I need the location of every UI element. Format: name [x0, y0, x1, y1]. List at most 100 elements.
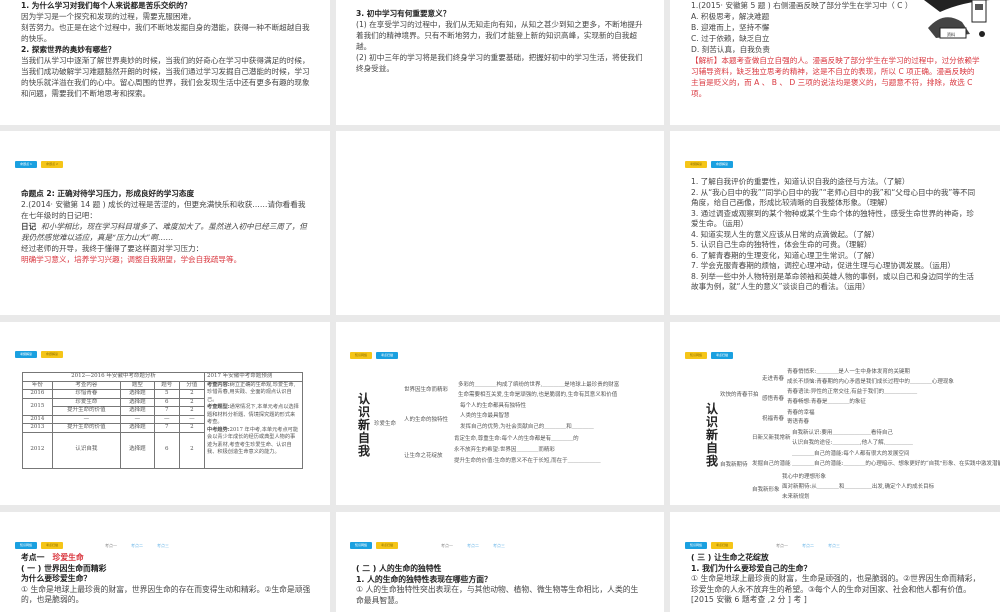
mindmap-leaf: 认识自我的途径:＿＿＿＿＿,他人了解,＿＿＿＿＿	[792, 440, 913, 446]
badge-scan[interactable]: 考点扫描	[41, 542, 63, 549]
mindmap-sub: 感悟青春	[762, 396, 785, 402]
mindmap-leaf: 每个人的生命都具有独特性	[460, 403, 527, 409]
mindmap-leaf: 青春悄悄来:＿＿＿＿是人一生中身体发育的关键期	[787, 369, 910, 375]
col-header: 题号	[153, 380, 180, 390]
mindmap-leaf: ＿＿＿＿自己的潜能:每个人都有很大的发展空间	[792, 451, 910, 457]
option-c: C. 过于依赖，缺乏自立	[691, 34, 770, 43]
badge-knowledge[interactable]: 知识网络	[350, 542, 372, 549]
mindmap-sub: 祝福青春	[762, 416, 785, 422]
outline-item: 7. 学会克服青春期的烦恼，调控心理冲动，促进生理与心理协调发展。（运用）	[691, 261, 956, 270]
slide-12[interactable]: 知识网络 考点扫描 考点一 考点二 考点三 ( 三 ) 让生命之花绽放 1. 我们为…	[670, 512, 1000, 612]
slide-3[interactable]: 资料 1.(2015· 安徽第 5 题 ) 右侧漫画反映了部分学生在学习中（ C…	[670, 0, 1000, 125]
badge-outline[interactable]: 考纲解读	[685, 161, 707, 168]
outline-item: 2. 从“我心目中的我”“同学心目中的我”“老师心目中的我”和“父母心目中的我”…	[691, 187, 976, 208]
slide-9[interactable]: 知识网络 考点扫描 认识新自我 欢快的青春节拍 自我新期待 走进青春 感悟青春 …	[670, 322, 1000, 505]
col-header: 题型	[120, 380, 155, 390]
tab-point-1[interactable]: 考点一	[776, 543, 788, 548]
pred-key: 中考趋势:	[207, 426, 230, 433]
badge-topic-1[interactable]: 命题点 1	[15, 161, 37, 168]
mindmap-leaf: 成长不烦恼:青春期的内心矛盾是我们成长过程中的＿＿＿＿心理现象	[787, 379, 954, 385]
mindmap-sub: 自我新形象	[752, 487, 780, 493]
slide-2[interactable]: 3. 初中学习有何重要意义？ (1) 在享受学习的过程中，我们从无知走向有知，从…	[336, 0, 664, 125]
mindmap-leaf: 提升生命的价值:生命的意义不在于长短,而在于＿＿＿＿＿＿	[454, 458, 601, 464]
slide-1[interactable]: 1. 为什么学习对我们每个人来说都是苦乐交织的？ 因为学习是一个探究和发现的过程…	[0, 0, 330, 125]
badge-scan[interactable]: 考点扫描	[376, 542, 398, 549]
col-header: 考查内容	[51, 380, 122, 390]
col-header: 年份	[22, 380, 53, 390]
option-b: B. 迎难而上，坚持不懈	[691, 23, 770, 32]
slide-11[interactable]: 知识网络 考点扫描 考点一 考点二 考点三 ( 二 ) 人的生命的独特性 1. 人的…	[336, 512, 664, 612]
col-header: 分值	[178, 380, 206, 390]
slide-6[interactable]: 考纲解读 命题解读 1. 了解自我评价的重要性，知道认识自我的途径与方法。（了解…	[670, 131, 1000, 315]
mindmap-leaf: 多彩的＿＿＿＿构成了缤纷的世界,＿＿＿＿是地球上最珍贵的财富	[458, 382, 620, 388]
question: 1. 我们为什么要珍爱自己的生命？	[691, 563, 812, 573]
answer: 明确学习意义，培养学习兴趣；调整自我期望，学会自我疏导等。	[21, 255, 242, 264]
slide-8[interactable]: 知识网络 考点扫描 认识新自我 珍爱生命 世界因生命而精彩 人的生命的独特性 让…	[336, 322, 664, 505]
tab-point-3[interactable]: 考点三	[828, 543, 840, 548]
pred-key: 考查内容:	[207, 381, 230, 388]
badge-scan[interactable]: 考点扫描	[376, 352, 398, 359]
question: 1.(2015· 安徽第 5 题 ) 右侧漫画反映了部分学生在学习中（ C ）	[691, 1, 913, 10]
mindmap-sub: 世界因生命而精彩	[404, 387, 449, 393]
mindmap-sub: 走进青春	[762, 376, 785, 382]
tab-point-3[interactable]: 考点三	[157, 543, 169, 548]
mindmap-leaf: 人类的生命最具智慧	[460, 413, 510, 419]
section-heading: ( 三 ) 让生命之花绽放	[691, 553, 769, 562]
mindmap-leaf: 青春的幸福	[787, 410, 815, 416]
mindmap-leaf: 青春畅想:青春是＿＿＿＿的象征	[787, 399, 866, 405]
mindmap-sub: 人的生命的独特性	[404, 417, 449, 423]
tab-point-1[interactable]: 考点一	[441, 543, 453, 548]
tab-point-2[interactable]: 考点二	[131, 543, 143, 548]
tab-point-1[interactable]: 考点一	[105, 543, 117, 548]
answer: ① 生命是地球上最珍贵的财富，生命是顽强的，也是脆弱的。②世界因生命而精彩，珍爱…	[691, 574, 981, 604]
prediction-cell: 考查内容:树立正确的生命观,珍爱生命,珍惜青春,用实践、全面的观点认识自己。 考…	[204, 380, 303, 469]
outline-item: 4. 知道实现人生的意义应该从日常的点滴做起。（了解）	[691, 229, 880, 239]
answer: ① 人的生命独特性突出表现在，与其他动物、植物、微生物等生命相比，人类的生命最具…	[356, 585, 639, 605]
badge-knowledge[interactable]: 知识网络	[685, 542, 707, 549]
mindmap-leaf: 我心中的理想形象	[782, 474, 827, 480]
slide-4[interactable]: 命题点 1 命题点 2 命题点 2: 正确对待学习压力，形成良好的学习态度 2.…	[0, 131, 330, 315]
badge-knowledge[interactable]: 知识网络	[15, 542, 37, 549]
mindmap-branch: 自我新期待	[720, 462, 748, 468]
mindmap-leaf: 面对新期待:从＿＿＿＿和＿＿＿＿＿出发,确定个人的成长目标	[782, 484, 935, 490]
outline-item: 1. 了解自我评价的重要性，知道认识自我的途径与方法。（了解）	[691, 177, 910, 186]
mindmap-leaf: 寄语青春	[787, 419, 810, 425]
answer-2: 当我们从学习中逐渐了解世界奥妙的时候，当我们的好奇心在学习中获得满足的时候，当我…	[21, 56, 310, 98]
exam-analysis-table: 2012—2016 年安徽中考命题分析 2017 年安徽中考命题预测 年份 考查内容…	[22, 372, 303, 469]
outline-item: 8. 列举一些中外人物特别是革命领袖和英雄人物的事例，或以自己和身边同学的生活故…	[691, 271, 975, 292]
question: 为什么要珍爱生命？	[21, 574, 92, 583]
slide-7[interactable]: 考纲解读 命题解读 2012—2016 年安徽中考命题分析 2017 年安徽中考命…	[0, 322, 330, 505]
badge-analysis[interactable]: 命题解读	[711, 161, 733, 168]
mindmap-leaf: 青春语法:异性的正常交往,有益于我们的＿＿＿＿＿＿	[787, 389, 918, 395]
badge-analysis[interactable]: 命题解读	[41, 351, 63, 358]
point-topic: 珍爱生命	[52, 553, 84, 562]
mindmap-root: 认识新自我	[706, 402, 719, 468]
lead: 经过老师的开导，我终于懂得了要这样面对学习压力：	[21, 244, 204, 253]
option-a: A. 积极思考，解决难题	[691, 12, 770, 21]
badge-scan[interactable]: 考点扫描	[711, 352, 733, 359]
mindmap-leaf: 生命需要相互关爱,生命是顽强的,也是脆弱的,生命有其意义和价值	[458, 392, 618, 398]
answer-1: 因为学习是一个探究和发现的过程，需要克服困难，	[21, 12, 196, 21]
outline-item: 3. 通过调查或观察到的某个物种或某个生命个体的独特性，感受生命世界的神奇，珍爱…	[691, 208, 975, 229]
mindmap-leaf: 肯定生命,尊重生命:每个人的生命都是有＿＿＿＿的	[454, 436, 579, 442]
analysis: 【解析】本题考查做自立自强的人。漫画反映了部分学生在学习的过程中，过分依赖学习辅…	[691, 56, 980, 98]
badge-scan[interactable]: 考点扫描	[711, 542, 733, 549]
slide-body: 1. 为什么学习对我们每个人来说都是苦乐交织的？ 因为学习是一个探究和发现的过程…	[21, 0, 311, 99]
question: 1. 人的生命的独特性表现在哪些方面？	[356, 574, 492, 584]
question-2: 2. 探索世界的奥妙有哪些？	[21, 45, 116, 54]
tab-point-2[interactable]: 考点二	[467, 543, 479, 548]
slide-10[interactable]: 知识网络 考点扫描 考点一 考点二 考点三 考点一 珍爱生命 ( 一 ) 世界因生命…	[0, 512, 330, 612]
diary-text: 和小学相比，现在学习科目增多了、难度加大了。虽然进入初中已经三周了，但我仍然感觉…	[21, 222, 307, 242]
badge-outline[interactable]: 考纲解读	[15, 351, 37, 358]
diary-label: 日记	[21, 222, 37, 231]
section-heading: ( 一 ) 世界因生命而精彩	[21, 563, 107, 573]
badge-knowledge[interactable]: 知识网络	[685, 352, 707, 359]
tab-point-3[interactable]: 考点三	[493, 543, 505, 548]
point-heading: 考点一	[21, 553, 45, 562]
badge-topic-2[interactable]: 命题点 2	[41, 161, 63, 168]
tab-point-2[interactable]: 考点二	[802, 543, 814, 548]
slide-5-blank[interactable]	[336, 131, 664, 315]
mindmap-leaf: ＿＿＿＿自己的潜能:＿＿＿＿的心理暗示、想象更好的“自我”形象、在实践中激发潜能	[792, 461, 1000, 467]
badge-knowledge[interactable]: 知识网络	[350, 352, 372, 359]
answer-3-1: (1) 在享受学习的过程中，我们从无知走向有知，从知之甚少到知之更多，不断地提升…	[356, 20, 643, 51]
